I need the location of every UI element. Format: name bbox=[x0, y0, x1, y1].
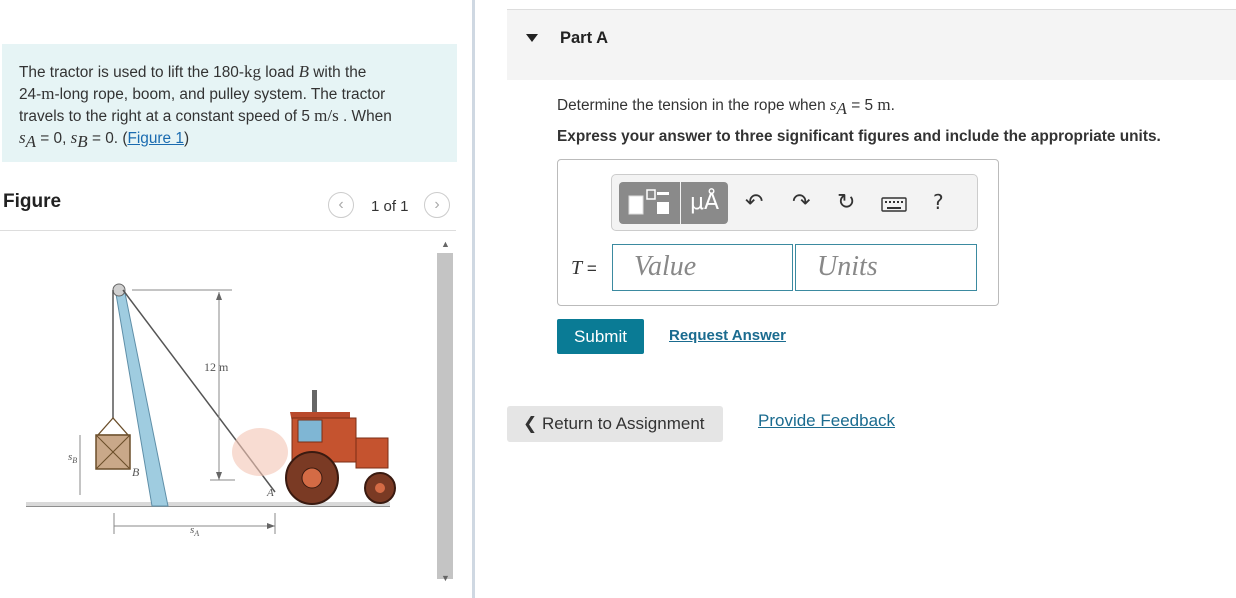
height-label: 12 m bbox=[204, 360, 229, 374]
prev-figure-button[interactable]: ‹ bbox=[328, 192, 354, 218]
submit-button[interactable]: Submit bbox=[557, 319, 644, 354]
return-to-assignment-button[interactable]: ❮ Return to Assignment bbox=[507, 406, 723, 442]
collapse-triangle-icon[interactable] bbox=[526, 34, 538, 42]
next-figure-button[interactable]: › bbox=[424, 192, 450, 218]
question-text: Determine the tension in the rope when s… bbox=[557, 95, 895, 119]
part-header[interactable] bbox=[507, 10, 1236, 80]
value-input[interactable]: Value bbox=[612, 244, 793, 291]
left-panel: The tractor is used to lift the 180-kg l… bbox=[0, 0, 472, 598]
return-label: Return to Assignment bbox=[541, 414, 705, 433]
question-instructions: Express your answer to three significant… bbox=[557, 128, 1161, 145]
chevron-right-icon: › bbox=[434, 196, 440, 213]
chevron-left-icon: ❮ bbox=[523, 414, 538, 433]
provide-feedback-link[interactable]: Provide Feedback bbox=[758, 411, 895, 431]
divider bbox=[0, 230, 456, 231]
panel-divider bbox=[472, 0, 475, 598]
scroll-thumb[interactable] bbox=[437, 253, 453, 579]
scroll-up-icon[interactable]: ▲ bbox=[441, 239, 450, 249]
figure-scrollbar[interactable]: ▲ ▼ bbox=[436, 237, 454, 589]
reset-icon[interactable]: ↻ bbox=[837, 190, 855, 215]
tractor-figure: 12 m sB B A sA bbox=[26, 283, 396, 538]
units-symbols-button[interactable]: μÅ bbox=[681, 182, 728, 224]
request-answer-link[interactable]: Request Answer bbox=[669, 327, 786, 344]
motion-blur bbox=[232, 428, 288, 476]
templates-icon bbox=[628, 189, 669, 215]
A-label: A bbox=[266, 487, 274, 499]
units-input[interactable]: Units bbox=[795, 244, 977, 291]
ground-fill bbox=[26, 502, 390, 506]
figure-pager: 1 of 1 bbox=[371, 198, 409, 215]
figure-heading: Figure bbox=[3, 191, 62, 212]
chevron-left-icon: ‹ bbox=[338, 196, 344, 213]
B-label: B bbox=[132, 465, 140, 479]
problem-statement: The tractor is used to lift the 180-kg l… bbox=[2, 44, 457, 162]
figure-link[interactable]: Figure 1 bbox=[127, 130, 183, 147]
sB-label: sB bbox=[68, 451, 77, 465]
undo-icon[interactable]: ↶ bbox=[745, 190, 763, 215]
tractor-hood bbox=[355, 437, 389, 469]
scroll-down-icon[interactable]: ▼ bbox=[441, 573, 450, 583]
tractor-cab-window bbox=[297, 419, 323, 443]
answer-label: T = bbox=[571, 257, 597, 279]
boom bbox=[114, 287, 169, 507]
help-button[interactable]: ? bbox=[933, 190, 944, 214]
keyboard-icon[interactable] bbox=[881, 194, 907, 219]
redo-icon[interactable]: ↷ bbox=[792, 190, 810, 215]
templates-button[interactable] bbox=[619, 182, 680, 224]
part-title: Part A bbox=[560, 29, 608, 47]
crate-sling bbox=[96, 417, 130, 436]
